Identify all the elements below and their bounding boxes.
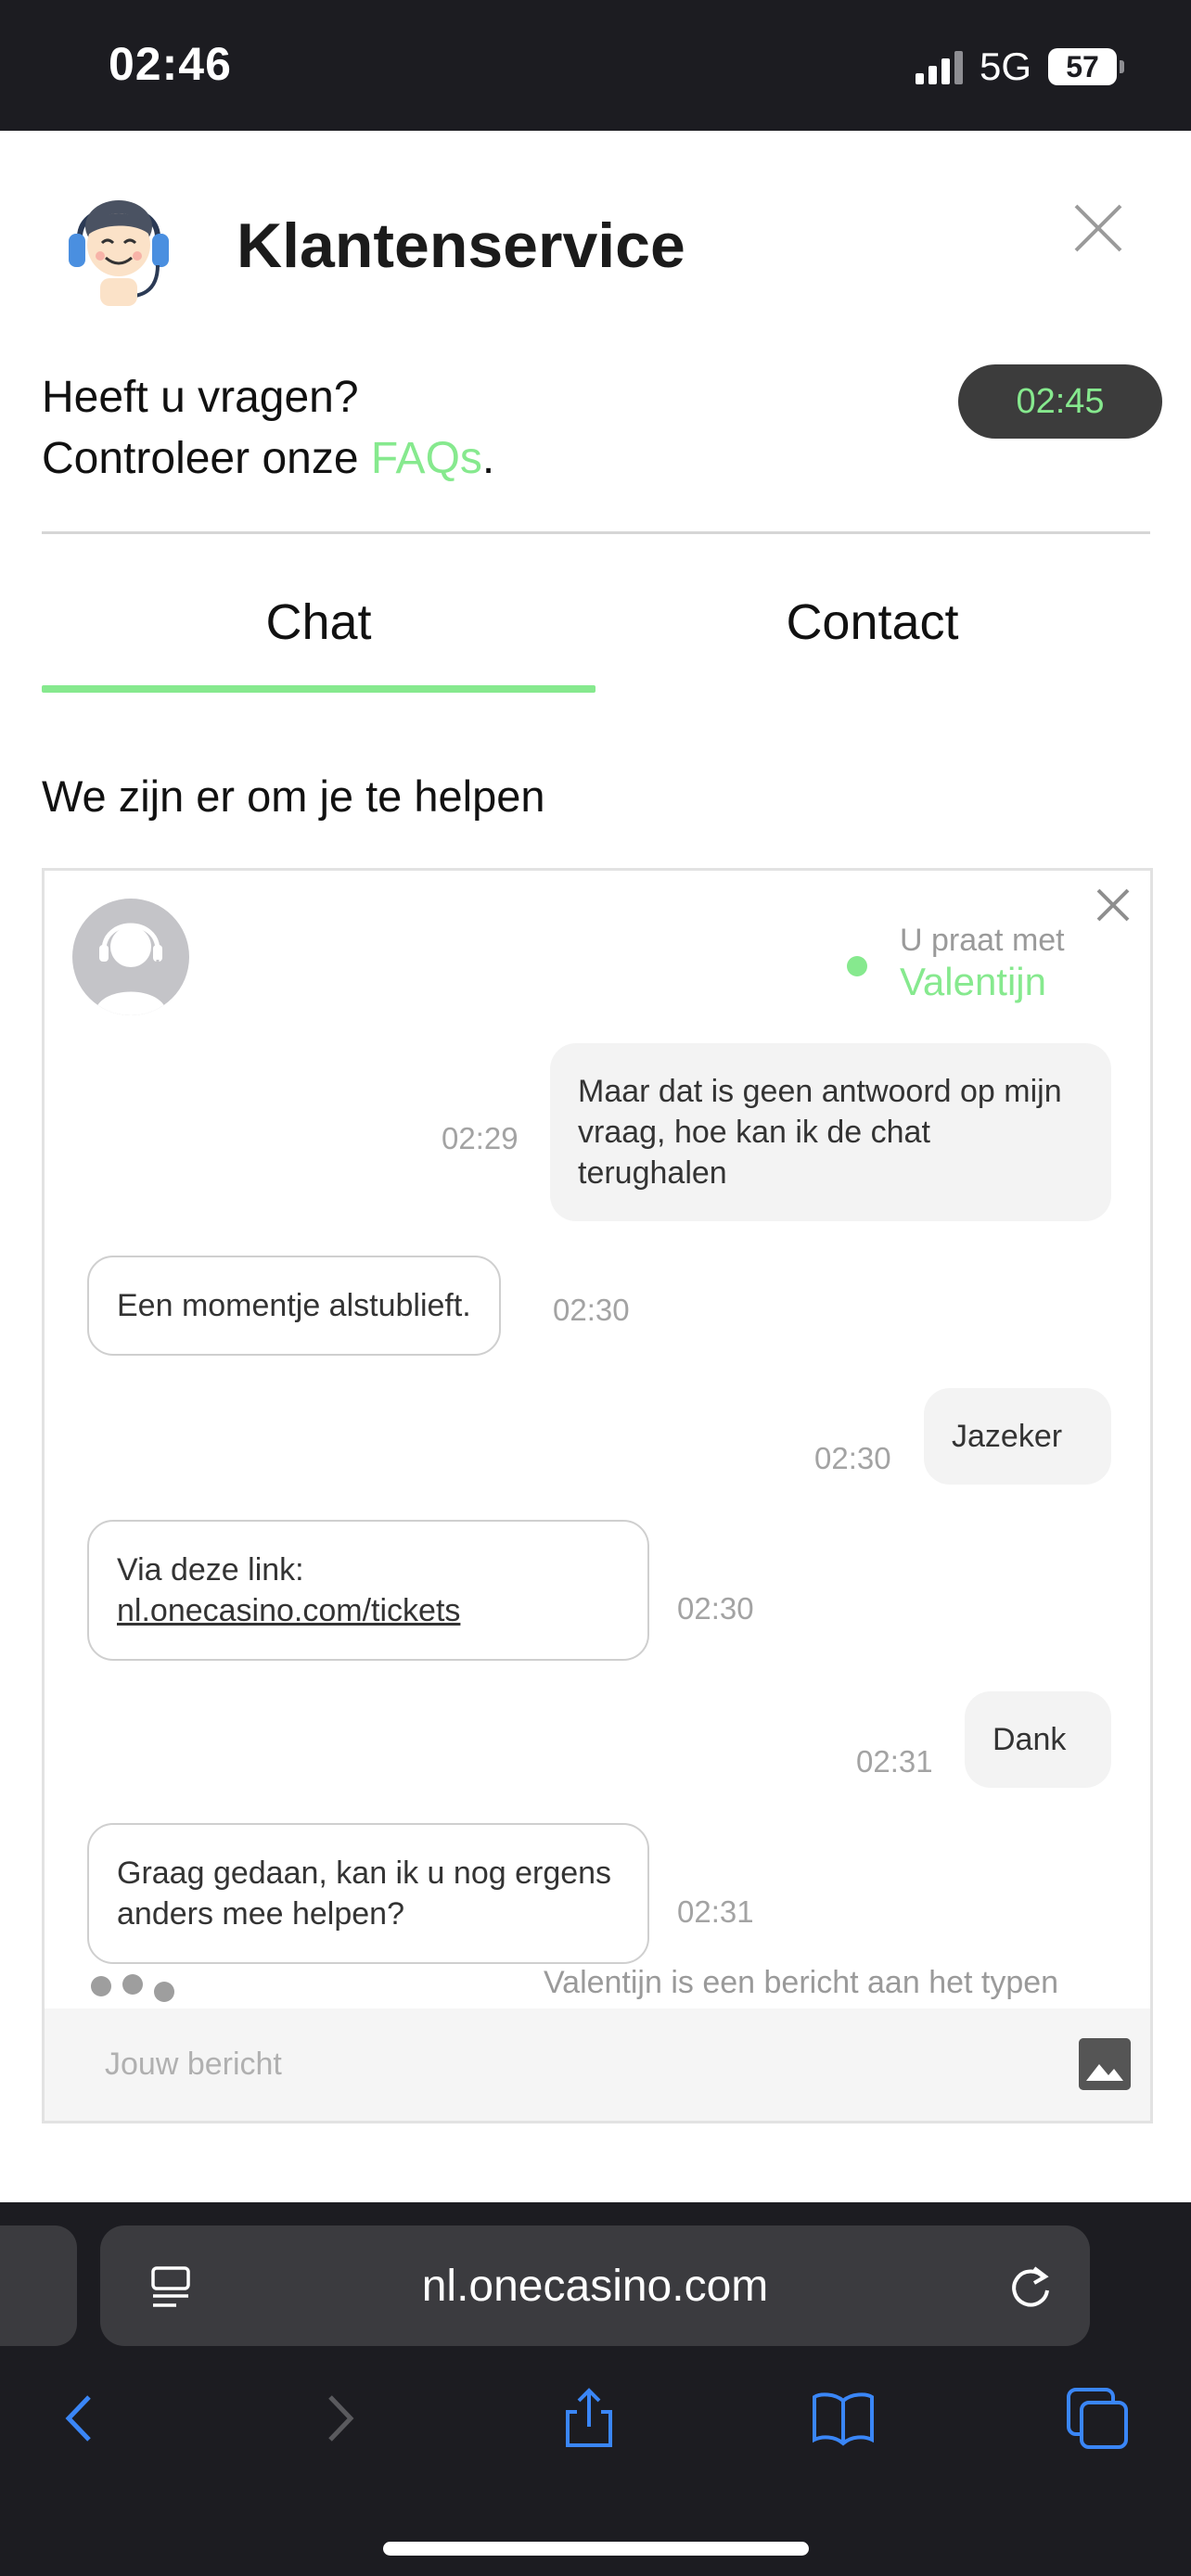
- message-composer: [45, 2009, 1150, 2121]
- image-upload-icon[interactable]: [1079, 2038, 1131, 2090]
- support-agent-icon: [69, 200, 169, 306]
- share-icon[interactable]: [557, 2386, 621, 2451]
- faq-question: Heeft u vragen?: [42, 373, 359, 422]
- address-bar[interactable]: nl.onecasino.com: [100, 2225, 1090, 2346]
- user-message: Maar dat is geen antwoord op mijn vraag,…: [550, 1043, 1111, 1221]
- message-time: 02:30: [677, 1591, 754, 1626]
- status-bar: 02:46 5G 57: [0, 0, 1191, 131]
- faq-line: Controleer onze FAQs.: [42, 428, 494, 490]
- agent-name: Valentijn: [900, 960, 1046, 1003]
- talking-to-label: U praat met: [900, 923, 1065, 958]
- battery-icon: 57: [1048, 48, 1124, 85]
- tickets-link[interactable]: nl.onecasino.com/tickets: [117, 1590, 620, 1631]
- network-type: 5G: [979, 45, 1031, 88]
- message-time: 02:31: [856, 1744, 933, 1779]
- agent-message: Een momentje alstublieft.: [87, 1256, 501, 1356]
- online-status-dot: [847, 956, 867, 976]
- agent-message: Via deze link: nl.onecasino.com/tickets: [87, 1520, 649, 1661]
- message-time: 02:31: [677, 1894, 754, 1929]
- browser-chrome: nl.onecasino.com: [0, 2202, 1191, 2576]
- forward-icon[interactable]: [306, 2386, 371, 2451]
- tab-chat[interactable]: Chat: [42, 576, 596, 669]
- chat-close-icon[interactable]: [1093, 885, 1133, 925]
- chat-widget: U praat met Valentijn 02:29 Maar dat is …: [42, 868, 1153, 2123]
- cellular-signal-icon: [915, 49, 963, 84]
- previous-tab[interactable]: [0, 2225, 77, 2346]
- tab-contact[interactable]: Contact: [596, 576, 1149, 669]
- status-time: 02:46: [109, 38, 232, 90]
- bookmarks-icon[interactable]: [811, 2386, 876, 2451]
- agent-silhouette-icon: [95, 923, 167, 1015]
- message-time: 02:30: [553, 1293, 630, 1327]
- close-icon[interactable]: [1070, 200, 1126, 256]
- typing-indicator: [91, 1974, 174, 2002]
- back-icon[interactable]: [48, 2386, 113, 2451]
- tabs-icon[interactable]: [1065, 2386, 1130, 2451]
- reload-icon[interactable]: [1006, 2263, 1055, 2311]
- active-tab-indicator: [42, 685, 596, 693]
- divider: [42, 531, 1150, 534]
- user-message: Dank: [965, 1691, 1111, 1788]
- support-page: Klantenservice Heeft u vragen? Controlee…: [0, 131, 1191, 2202]
- faq-prefix: Controleer onze: [42, 434, 371, 483]
- agent-message: Graag gedaan, kan ik u nog ergens anders…: [87, 1823, 649, 1964]
- status-indicators: 5G 57: [915, 45, 1124, 89]
- faq-suffix: .: [481, 434, 495, 483]
- faq-link[interactable]: FAQs: [371, 434, 482, 483]
- message-text: Via deze link:: [117, 1552, 304, 1588]
- typing-status: Valentijn is een bericht aan het typen: [544, 1965, 1059, 2000]
- url-text: nl.onecasino.com: [421, 2262, 769, 2311]
- message-input[interactable]: [105, 2036, 1032, 2092]
- page-title: Klantenservice: [237, 210, 685, 281]
- agent-avatar: [72, 899, 189, 1015]
- faq-prompt: Heeft u vragen? Controleer onze FAQs.: [42, 367, 494, 490]
- time-badge: 02:45: [958, 364, 1162, 439]
- user-message: Jazeker: [924, 1388, 1111, 1485]
- message-time: 02:30: [814, 1441, 891, 1475]
- home-indicator: [383, 2542, 809, 2556]
- message-time: 02:29: [442, 1121, 519, 1155]
- help-heading: We zijn er om je te helpen: [42, 772, 545, 821]
